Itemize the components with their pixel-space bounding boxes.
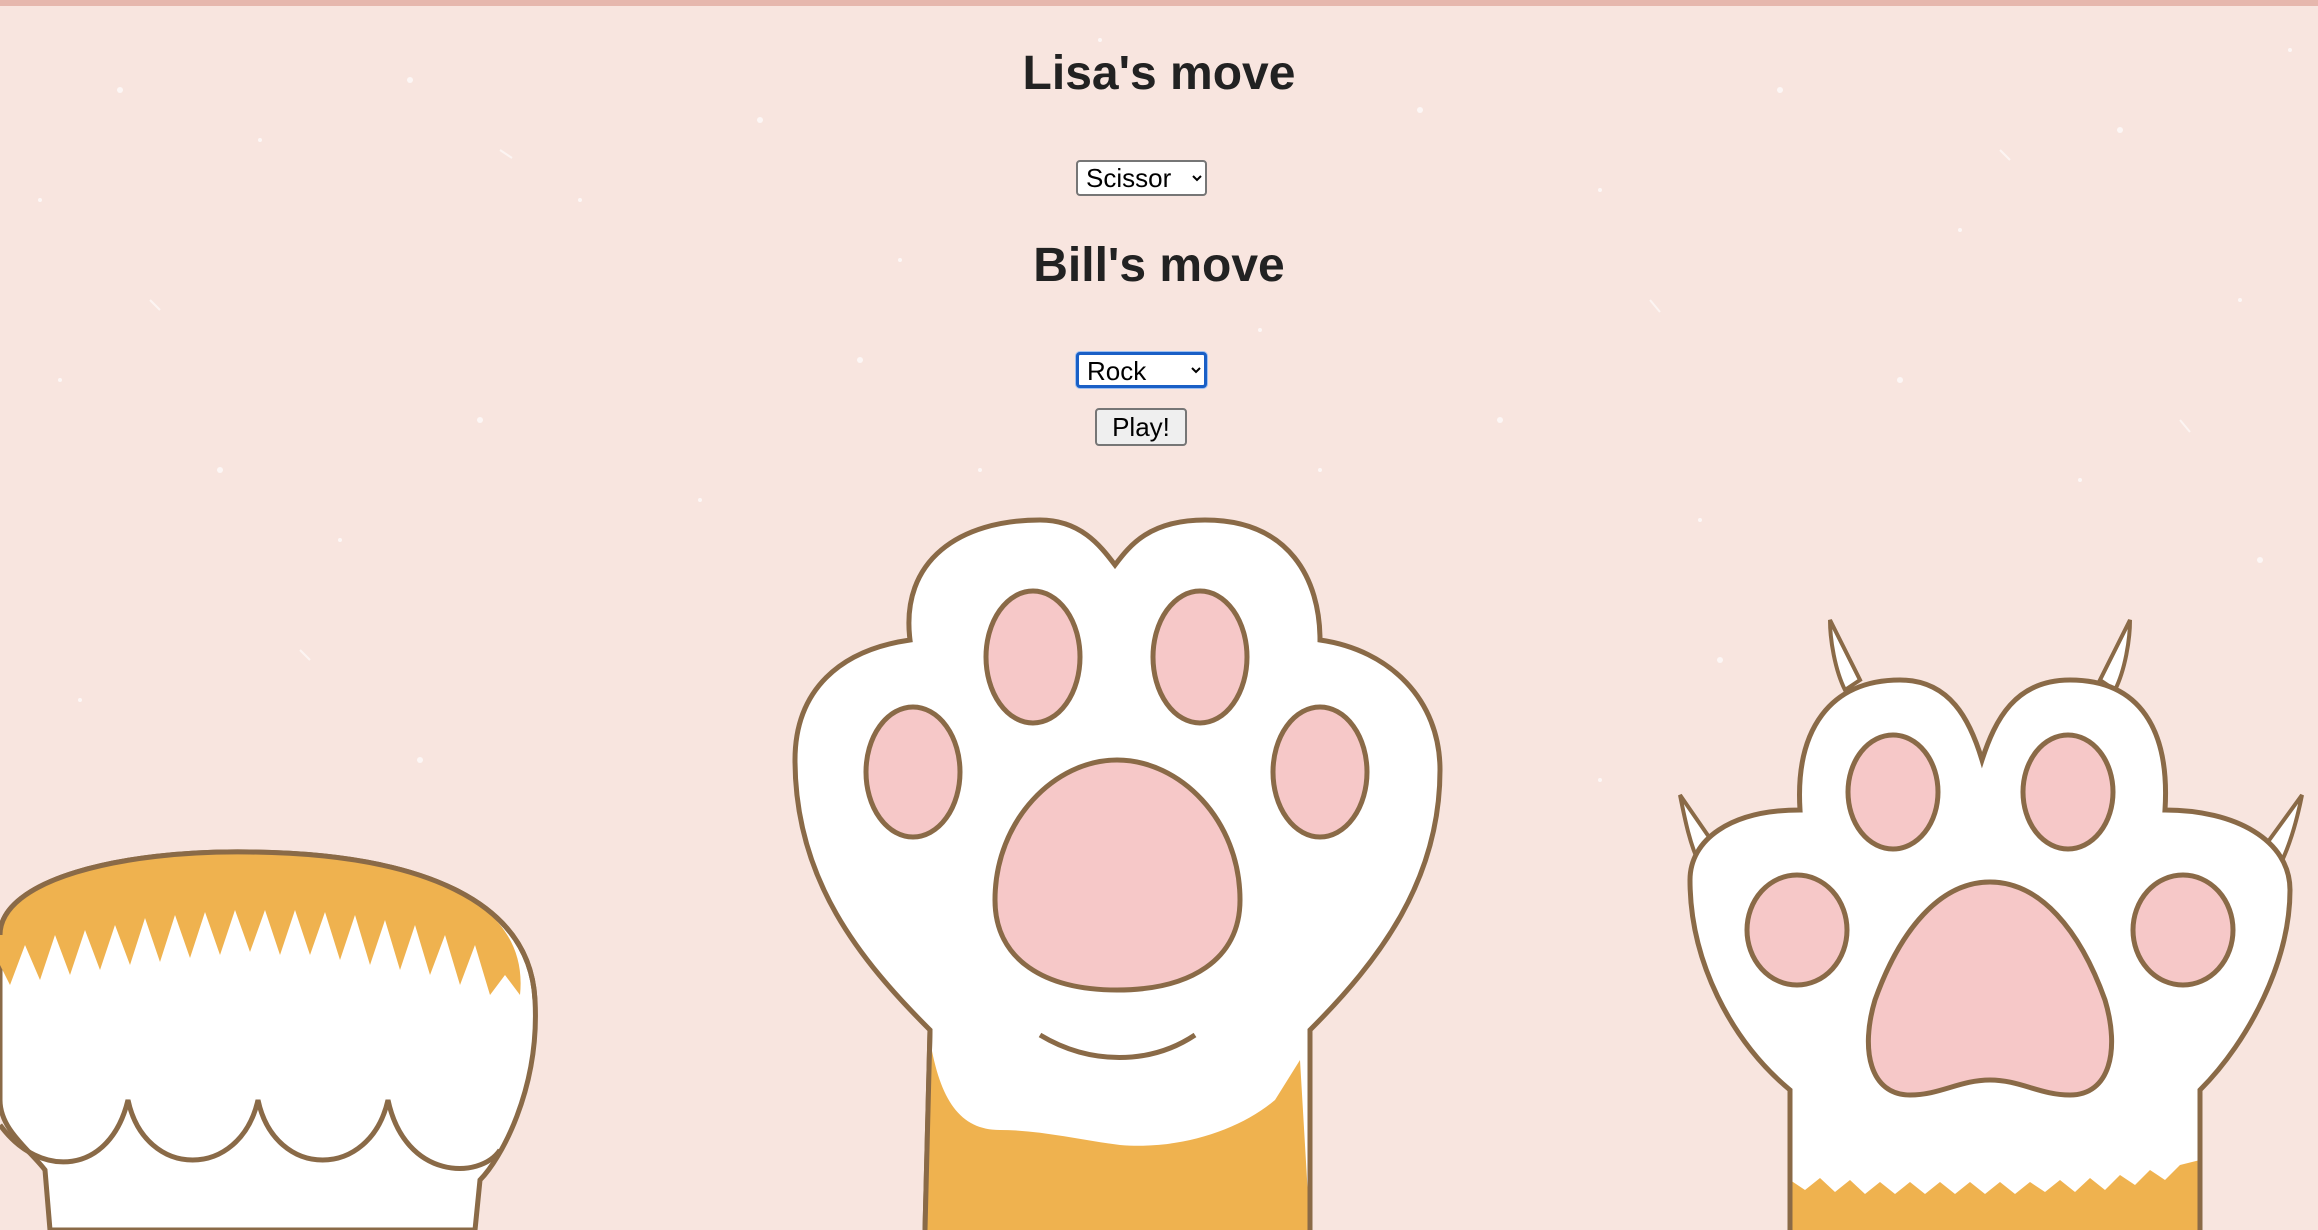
lisa-move-heading: Lisa's move	[1022, 47, 1296, 100]
bill-move-select[interactable]: Rock	[1076, 352, 1207, 388]
orange-white-paw-icon	[0, 849, 538, 1230]
bill-move-select-wrapper: Rock	[1076, 352, 1207, 388]
play-button[interactable]: Play!	[1095, 408, 1187, 446]
lisa-move-select-wrapper: Scissor	[1076, 160, 1207, 196]
bill-move-heading: Bill's move	[1033, 239, 1285, 292]
clawed-paw-icon	[1678, 619, 2304, 1230]
lisa-move-select[interactable]: Scissor	[1076, 160, 1207, 196]
white-paw-icon	[792, 517, 1443, 1230]
